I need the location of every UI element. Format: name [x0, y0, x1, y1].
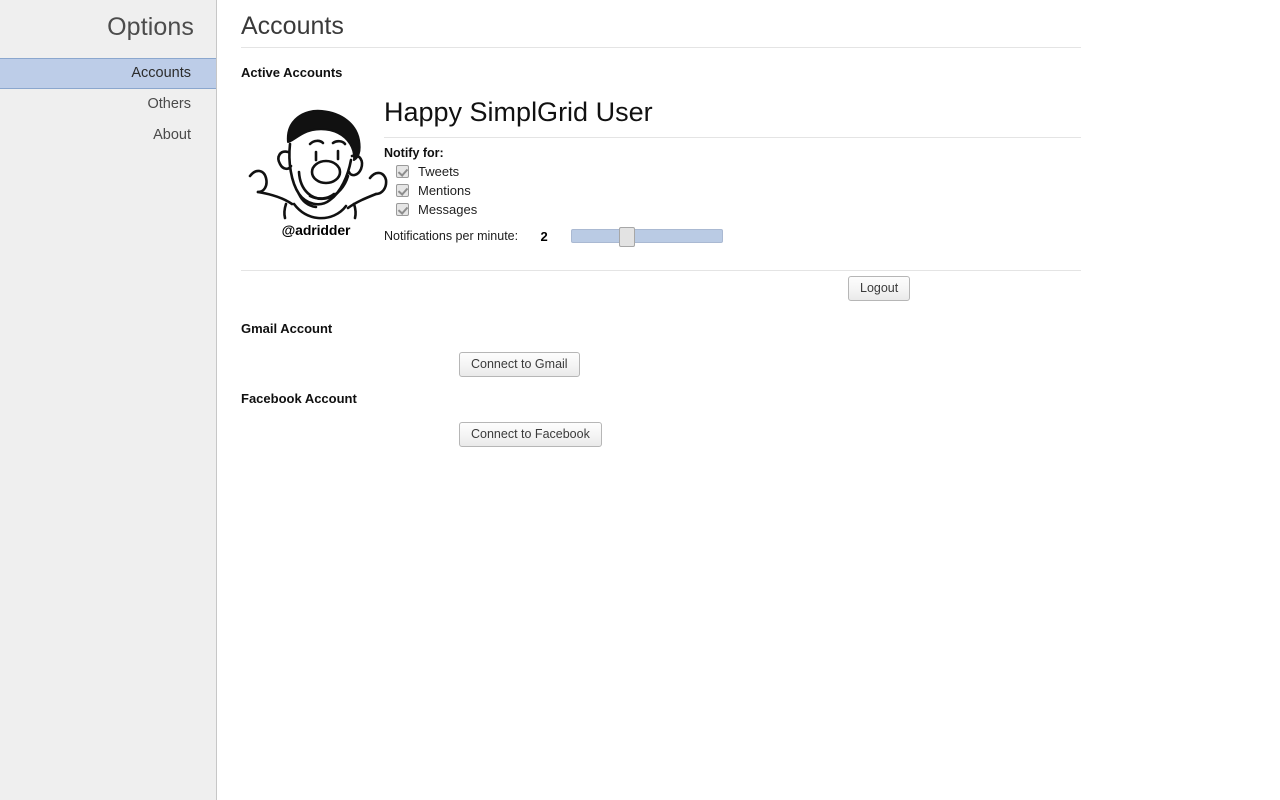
sidebar-item-label: Others	[147, 96, 191, 112]
checkbox-messages[interactable]	[396, 203, 409, 216]
facebook-account-heading: Facebook Account	[241, 391, 357, 406]
notifications-per-minute-row: Notifications per minute: 2	[384, 227, 1084, 247]
checkbox-tweets[interactable]	[396, 165, 409, 178]
slider-thumb[interactable]	[619, 227, 636, 247]
name-divider	[384, 137, 1081, 138]
active-accounts-heading: Active Accounts	[241, 65, 343, 80]
title-divider	[241, 47, 1081, 48]
checkbox-label: Messages	[418, 202, 478, 217]
options-page: Options Accounts Others About Accounts A…	[0, 0, 1280, 800]
cartoon-face-avatar-icon	[248, 109, 388, 220]
sidebar-title: Options	[107, 13, 194, 41]
notifications-per-minute-slider[interactable]	[571, 227, 724, 247]
avatar-block: @adridder	[241, 100, 391, 238]
page-title: Accounts	[241, 12, 344, 40]
sidebar-item-others[interactable]: Others	[0, 89, 216, 120]
account-details: Happy SimplGrid User Notify for: Tweets …	[384, 95, 1084, 247]
account-card: @adridder Happy SimplGrid User Notify fo…	[218, 95, 1280, 265]
main-content: Accounts Active Accounts @adridder Happy…	[218, 0, 1280, 800]
notifications-per-minute-label: Notifications per minute:	[384, 229, 519, 243]
sidebar-item-label: About	[153, 127, 191, 143]
checkbox-mentions[interactable]	[396, 184, 409, 197]
sidebar-item-label: Accounts	[131, 65, 191, 81]
notify-option-tweets[interactable]: Tweets	[384, 162, 1084, 181]
account-card-divider	[241, 270, 1081, 271]
sidebar: Options Accounts Others About	[0, 0, 217, 800]
sidebar-nav: Accounts Others About	[0, 58, 216, 151]
connect-to-facebook-button[interactable]: Connect to Facebook	[459, 422, 602, 447]
connect-to-gmail-button[interactable]: Connect to Gmail	[459, 352, 580, 377]
checkbox-label: Tweets	[418, 164, 460, 179]
notifications-per-minute-value: 2	[540, 228, 548, 244]
sidebar-item-about[interactable]: About	[0, 120, 216, 151]
notify-option-mentions[interactable]: Mentions	[384, 181, 1084, 200]
logout-button[interactable]: Logout	[848, 276, 911, 301]
notify-option-messages[interactable]: Messages	[384, 200, 1084, 219]
account-handle: @adridder	[281, 222, 351, 238]
checkbox-label: Mentions	[418, 183, 471, 198]
account-display-name: Happy SimplGrid User	[384, 97, 653, 127]
notify-for-label: Notify for:	[384, 146, 444, 160]
sidebar-item-accounts[interactable]: Accounts	[0, 58, 216, 89]
gmail-account-heading: Gmail Account	[241, 321, 333, 336]
